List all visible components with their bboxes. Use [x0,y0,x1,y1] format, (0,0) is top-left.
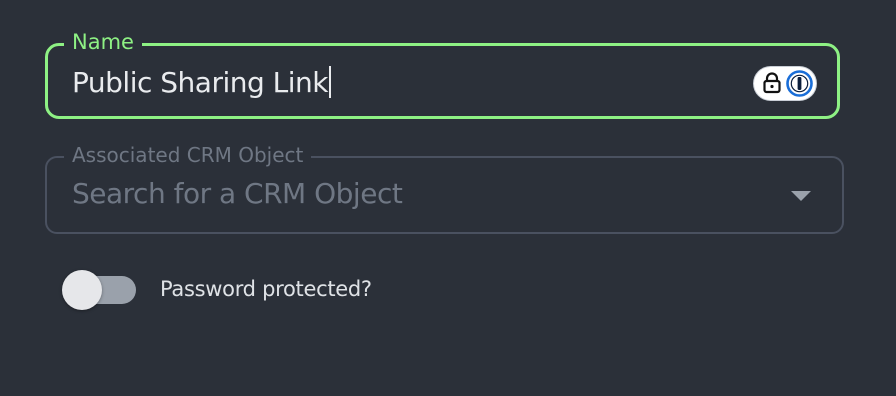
password-manager-button[interactable] [754,67,816,100]
text-caret [329,66,331,98]
chevron-down-icon[interactable] [791,191,811,201]
name-field-label: Name [64,29,142,55]
toggle-thumb[interactable] [62,270,102,310]
lock-icon [763,72,781,94]
1password-icon [786,70,813,97]
name-input-value[interactable]: Public Sharing Link [72,64,331,102]
form: Name Public Sharing Link Associated CRM … [0,0,896,396]
password-protected-toggle[interactable] [62,270,138,310]
crm-object-label: Associated CRM Object [64,142,312,168]
password-protected-label: Password protected? [160,277,372,301]
name-input-text: Public Sharing Link [72,66,329,99]
crm-object-placeholder: Search for a CRM Object [72,177,403,210]
